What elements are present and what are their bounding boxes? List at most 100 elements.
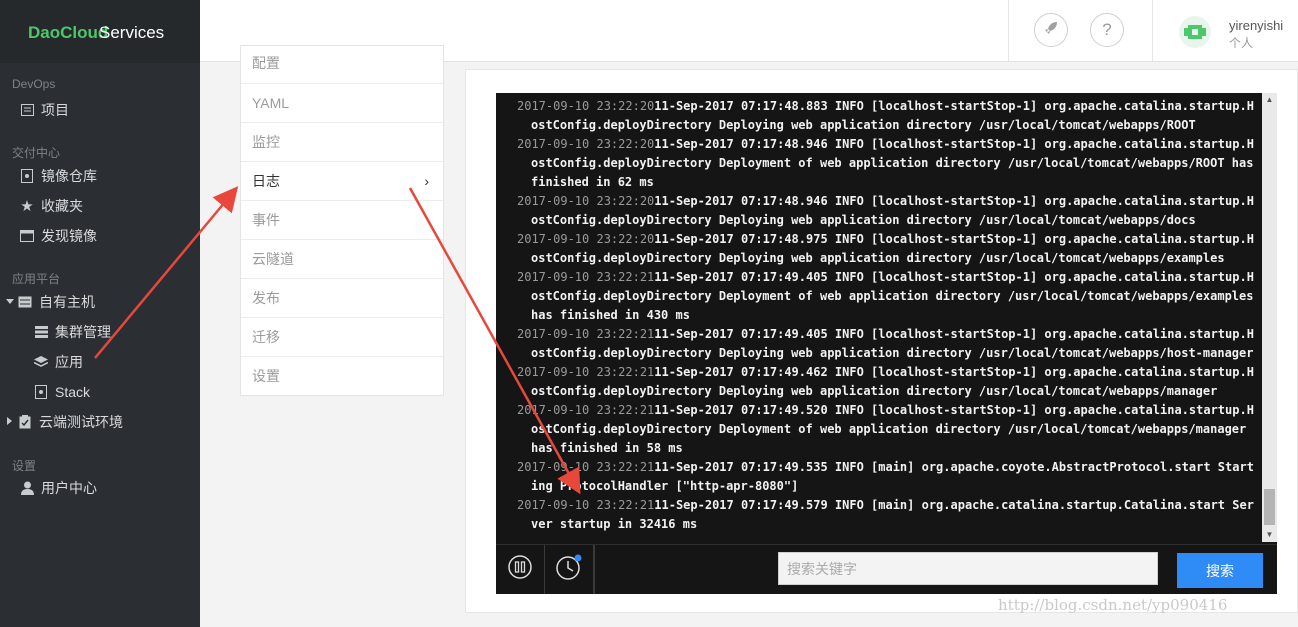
- tab-label: 日志: [252, 173, 280, 189]
- user-icon: [20, 481, 34, 495]
- sidebar: DaoCloud Services DevOps 项目 交付中心 镜像仓库 ★ …: [0, 0, 200, 627]
- project-icon: [20, 103, 34, 117]
- caret-down-icon[interactable]: [6, 299, 14, 304]
- layers-icon: [34, 355, 48, 369]
- tab-label: 发布: [252, 290, 280, 306]
- log-entry: 2017-09-10 23:22:2111-Sep-2017 07:17:49.…: [507, 401, 1256, 458]
- tab-label: 监控: [252, 134, 280, 150]
- clipboard-icon: [18, 415, 32, 429]
- sidebar-item-projects[interactable]: 项目: [20, 100, 69, 120]
- log-output: 2017-09-10 23:22:2011-Sep-2017 07:17:48.…: [496, 97, 1256, 534]
- log-entry: 2017-09-10 23:22:2011-Sep-2017 07:17:48.…: [507, 97, 1256, 135]
- host-icon: [18, 295, 32, 309]
- sidebar-item-label: 收藏夹: [41, 198, 83, 214]
- star-icon: ★: [20, 198, 34, 215]
- log-timestamp: 2017-09-10 23:22:20: [517, 194, 655, 208]
- tab-release[interactable]: 发布: [241, 279, 443, 318]
- logo-suffix: Services: [99, 23, 165, 42]
- log-entry: 2017-09-10 23:22:2011-Sep-2017 07:17:48.…: [507, 135, 1256, 192]
- logo-brand: DaoCloud: [28, 23, 109, 42]
- tab-label: 配置: [252, 55, 280, 71]
- sidebar-item-label: 用户中心: [41, 480, 97, 496]
- sidebar-item-label: 应用: [55, 354, 83, 370]
- tab-label: 设置: [252, 368, 280, 384]
- log-timestamp: 2017-09-10 23:22:21: [517, 365, 655, 379]
- sidebar-item-label: 集群管理: [55, 324, 111, 340]
- search-button[interactable]: 搜索: [1177, 553, 1263, 588]
- rocket-icon: [1044, 20, 1058, 40]
- tab-events[interactable]: 事件: [241, 201, 443, 240]
- avatar[interactable]: [1179, 16, 1211, 48]
- pause-button[interactable]: [496, 545, 545, 594]
- watermark: http://blog.csdn.net/yp090416: [998, 596, 1228, 614]
- section-platform: 应用平台: [12, 272, 61, 286]
- log-entry: 2017-09-10 23:22:2011-Sep-2017 07:17:48.…: [507, 230, 1256, 268]
- sidebar-item-cluster[interactable]: 集群管理: [34, 322, 111, 342]
- sidebar-item-label: 项目: [41, 102, 69, 118]
- header-divider: [1152, 0, 1153, 61]
- sidebar-item-favorites[interactable]: ★ 收藏夹: [20, 196, 83, 216]
- tab-label: 迁移: [252, 329, 280, 345]
- discover-icon: [20, 229, 34, 243]
- sidebar-item-user-center[interactable]: 用户中心: [20, 478, 97, 498]
- log-entry: 2017-09-10 23:22:2111-Sep-2017 07:17:49.…: [507, 458, 1256, 496]
- tab-monitor[interactable]: 监控: [241, 123, 443, 162]
- log-entry: 2017-09-10 23:22:2111-Sep-2017 07:17:49.…: [507, 325, 1256, 363]
- tab-logs[interactable]: 日志 ›: [241, 162, 443, 201]
- search-input[interactable]: [778, 552, 1158, 585]
- log-timestamp: 2017-09-10 23:22:21: [517, 327, 655, 341]
- sidebar-item-label: Stack: [55, 384, 91, 400]
- tab-label: YAML: [252, 95, 290, 111]
- log-timestamp: 2017-09-10 23:22:21: [517, 498, 655, 512]
- log-entry: 2017-09-10 23:22:2111-Sep-2017 07:17:49.…: [507, 268, 1256, 325]
- cluster-icon: [34, 325, 48, 339]
- log-timestamp: 2017-09-10 23:22:20: [517, 99, 655, 113]
- toolbar-divider: [594, 545, 595, 594]
- chevron-right-icon: ›: [424, 173, 429, 189]
- sidebar-item-image-repo[interactable]: 镜像仓库: [20, 166, 97, 186]
- tab-label: 云隧道: [252, 251, 294, 267]
- sidebar-item-label: 发现镜像: [41, 228, 97, 244]
- app-submenu: 配置 YAML 监控 日志 › 事件 云隧道 发布 迁移 设置: [240, 45, 444, 396]
- section-delivery: 交付中心: [12, 146, 61, 160]
- sidebar-item-label: 镜像仓库: [41, 168, 97, 184]
- log-entry: 2017-09-10 23:22:2111-Sep-2017 07:17:49.…: [507, 363, 1256, 401]
- tab-settings[interactable]: 设置: [241, 357, 443, 396]
- sidebar-item-label: 云端测试环境: [39, 414, 123, 430]
- log-console[interactable]: 2017-09-10 23:22:2011-Sep-2017 07:17:48.…: [496, 93, 1277, 593]
- username[interactable]: yirenyishi: [1229, 18, 1283, 33]
- section-settings: 设置: [12, 459, 37, 473]
- log-entry: 2017-09-10 23:22:2111-Sep-2017 07:17:49.…: [507, 496, 1256, 534]
- scroll-down-icon[interactable]: ▼: [1262, 528, 1277, 542]
- log-scrollbar[interactable]: ▲ ▼: [1262, 93, 1277, 542]
- scroll-up-icon[interactable]: ▲: [1262, 93, 1277, 107]
- log-toolbar: 搜索: [496, 544, 1277, 594]
- sidebar-item-discover[interactable]: 发现镜像: [20, 226, 97, 246]
- tab-tunnel[interactable]: 云隧道: [241, 240, 443, 279]
- tab-yaml[interactable]: YAML: [241, 84, 443, 123]
- sidebar-item-label: 自有主机: [39, 294, 95, 310]
- help-button[interactable]: ?: [1090, 13, 1124, 47]
- rocket-button[interactable]: [1034, 13, 1068, 47]
- log-timestamp: 2017-09-10 23:22:20: [517, 137, 655, 151]
- tab-config[interactable]: 配置: [241, 46, 443, 84]
- log-timestamp: 2017-09-10 23:22:21: [517, 403, 655, 417]
- section-devops: DevOps: [12, 77, 56, 91]
- tab-migrate[interactable]: 迁移: [241, 318, 443, 357]
- user-type: 个人: [1229, 36, 1254, 50]
- logo[interactable]: DaoCloud Services: [0, 0, 200, 63]
- caret-right-icon[interactable]: [7, 417, 12, 425]
- sidebar-item-own-host[interactable]: 自有主机: [18, 292, 95, 312]
- log-timestamp: 2017-09-10 23:22:21: [517, 270, 655, 284]
- log-timestamp: 2017-09-10 23:22:20: [517, 232, 655, 246]
- history-clock-icon: [555, 553, 583, 586]
- scroll-thumb[interactable]: [1264, 489, 1275, 525]
- history-button[interactable]: [545, 545, 594, 594]
- help-icon: ?: [1102, 20, 1112, 39]
- tab-label: 事件: [252, 212, 280, 228]
- header-divider: [1008, 0, 1009, 61]
- sidebar-item-cloud-test[interactable]: 云端测试环境: [18, 412, 123, 432]
- sidebar-item-apps[interactable]: 应用: [34, 352, 83, 372]
- sidebar-item-stack[interactable]: Stack: [34, 382, 90, 402]
- log-timestamp: 2017-09-10 23:22:21: [517, 460, 655, 474]
